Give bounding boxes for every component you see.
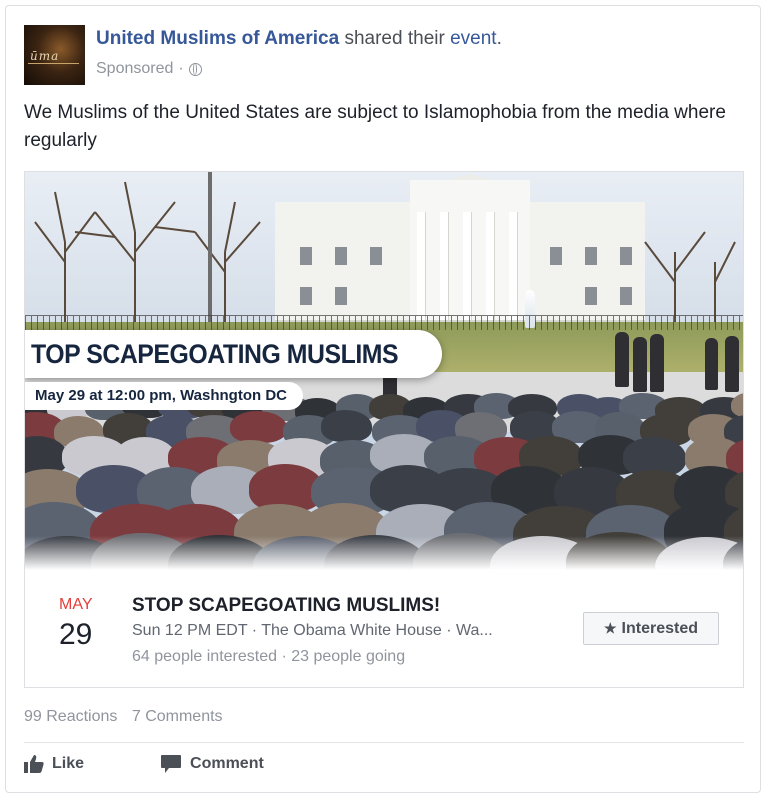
shared-prefix: shared their bbox=[344, 28, 445, 49]
image-window bbox=[335, 287, 347, 305]
image-column bbox=[486, 212, 494, 320]
speech-bubble-icon bbox=[161, 755, 182, 773]
comment-button[interactable]: Comment bbox=[160, 754, 264, 774]
image-window bbox=[300, 247, 312, 265]
avatar-logo-text: ūma bbox=[30, 49, 60, 63]
image-column bbox=[440, 212, 448, 320]
thumbs-up-icon bbox=[24, 755, 44, 773]
actions-divider bbox=[24, 742, 744, 743]
image-crowd-figure bbox=[321, 410, 373, 443]
reactions-count[interactable]: 99 Reactions bbox=[24, 708, 117, 725]
page-name-link[interactable]: United Muslims of America bbox=[96, 28, 339, 49]
image-window bbox=[550, 247, 562, 265]
shared-event-link[interactable]: event bbox=[450, 28, 496, 49]
interested-button[interactable]: ★ Interested bbox=[583, 612, 719, 645]
image-bottom-fade bbox=[25, 536, 743, 570]
image-window bbox=[620, 287, 632, 305]
avatar-logo-line bbox=[28, 63, 79, 64]
event-cover-image[interactable]: TOP SCAPEGOATING MUSLIMS May 29 at 12:00… bbox=[25, 172, 743, 570]
sponsored-label[interactable]: Sponsored bbox=[96, 60, 173, 78]
image-trees-right bbox=[644, 231, 736, 322]
image-crowd-figure bbox=[229, 410, 287, 443]
image-column bbox=[417, 212, 425, 320]
image-person bbox=[650, 334, 664, 392]
image-window bbox=[335, 247, 347, 265]
meta-separator: · bbox=[178, 60, 184, 77]
event-title[interactable]: STOP SCAPEGOATING MUSLIMS! bbox=[132, 595, 440, 617]
image-trees bbox=[34, 172, 261, 322]
event-details: Sun 12 PM EDT · The Obama White House · … bbox=[132, 622, 493, 639]
image-person bbox=[725, 336, 739, 392]
event-info: MAY 29 STOP SCAPEGOATING MUSLIMS! Sun 12… bbox=[25, 570, 743, 687]
image-banner-date: May 29 at 12:00 pm, Washngton DC bbox=[25, 382, 303, 410]
comment-label: Comment bbox=[190, 755, 264, 772]
image-window bbox=[370, 247, 382, 265]
like-label: Like bbox=[52, 755, 85, 772]
post-meta: Sponsored · bbox=[96, 60, 202, 78]
post-text: We Muslims of the United States are subj… bbox=[24, 102, 726, 151]
image-column bbox=[463, 212, 471, 320]
image-fence bbox=[25, 315, 743, 330]
image-window bbox=[620, 247, 632, 265]
page-avatar[interactable]: ūma bbox=[24, 25, 85, 85]
star-icon: ★ bbox=[603, 620, 617, 636]
event-month: MAY bbox=[59, 596, 93, 613]
engagement-counts: 99 Reactions 7 Comments bbox=[24, 708, 233, 726]
post-header: United Muslims of America shared their e… bbox=[96, 28, 502, 50]
image-person bbox=[633, 337, 647, 392]
event-day: 29 bbox=[59, 618, 93, 651]
image-column bbox=[509, 212, 517, 320]
post-card: ūma United Muslims of America shared the… bbox=[5, 5, 761, 793]
post-actions: Like Comment bbox=[24, 754, 304, 774]
image-banner-title: TOP SCAPEGOATING MUSLIMS bbox=[31, 339, 399, 369]
like-button[interactable]: Like bbox=[24, 754, 84, 774]
image-window bbox=[585, 287, 597, 305]
comments-count[interactable]: 7 Comments bbox=[132, 708, 223, 725]
shared-suffix: . bbox=[496, 28, 502, 49]
event-card[interactable]: TOP SCAPEGOATING MUSLIMS May 29 at 12:00… bbox=[24, 171, 744, 688]
image-banner: TOP SCAPEGOATING MUSLIMS bbox=[25, 330, 443, 378]
image-person bbox=[615, 332, 629, 387]
image-person bbox=[705, 338, 718, 390]
image-window bbox=[585, 247, 597, 265]
image-window bbox=[300, 287, 312, 305]
globe-icon[interactable] bbox=[188, 62, 202, 76]
interested-label: Interested bbox=[621, 619, 699, 637]
event-stats[interactable]: 64 people interested · 23 people going bbox=[132, 648, 405, 666]
